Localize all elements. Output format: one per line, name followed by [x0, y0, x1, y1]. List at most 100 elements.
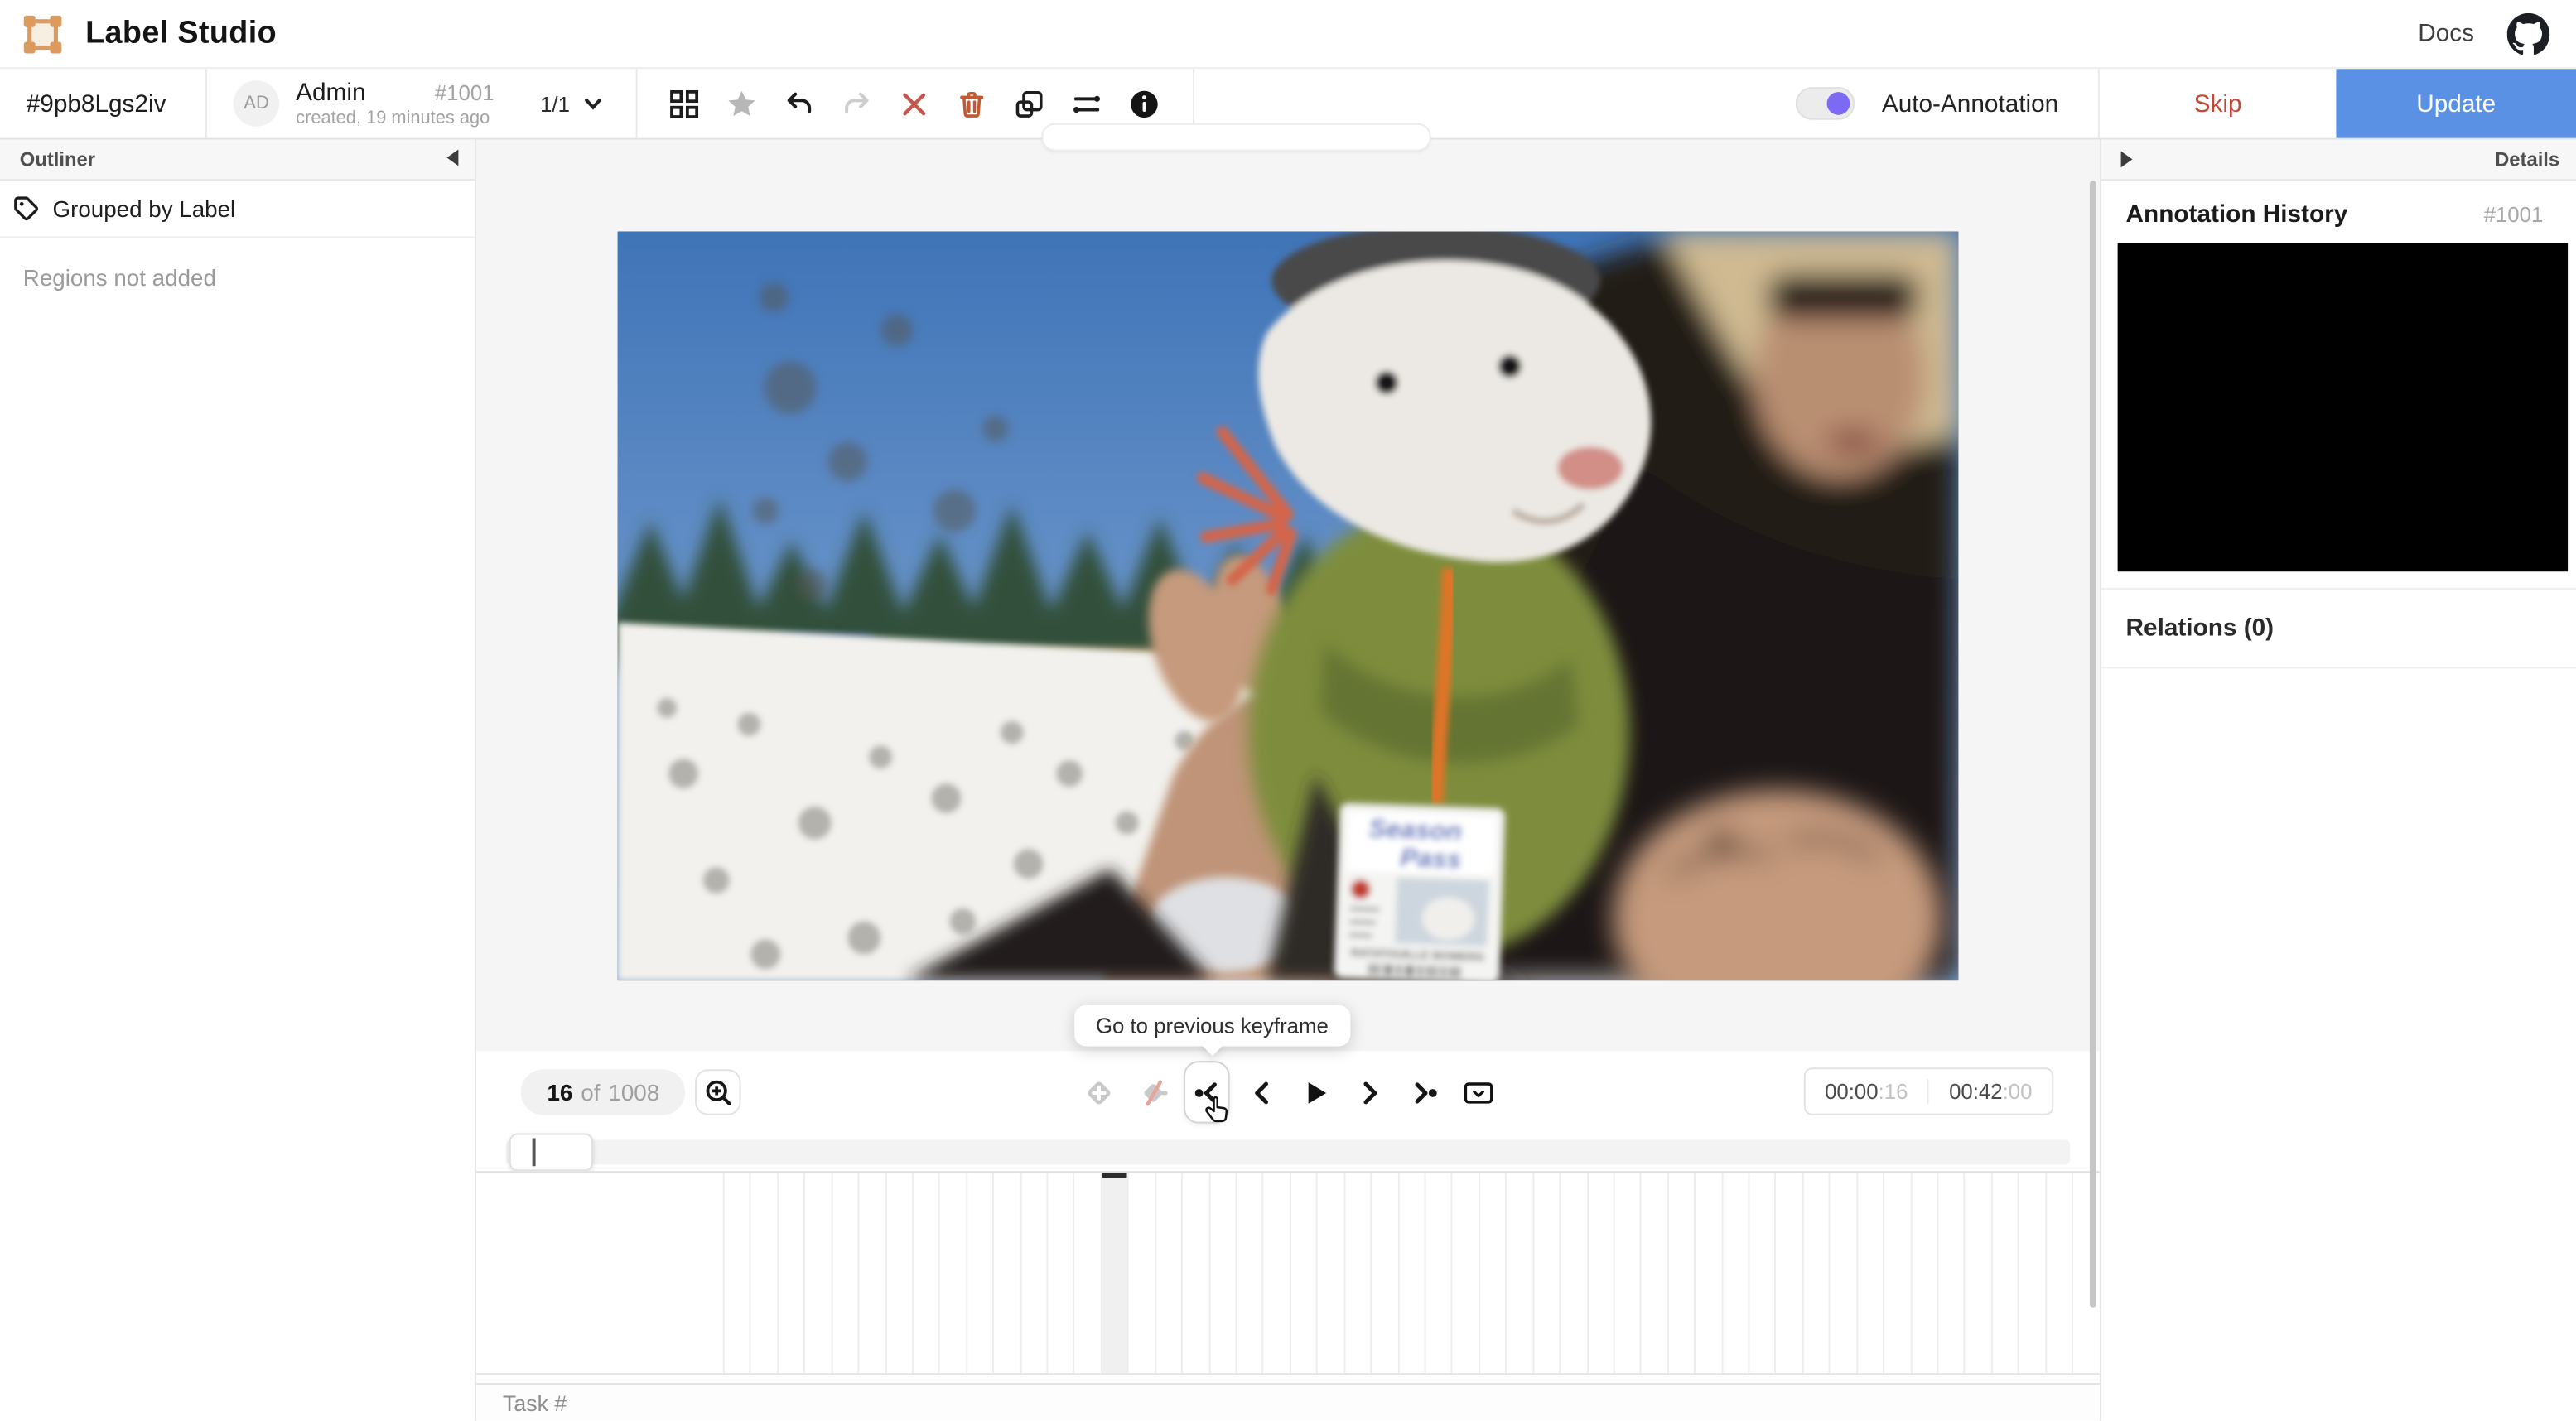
task-id-section: #9pb8Lgs2iv [0, 69, 208, 138]
timeline-frame-cell[interactable] [1046, 1173, 1074, 1374]
frame-counter[interactable]: 16 of 1008 [520, 1069, 686, 1115]
video-frame-art: Season Pass RATATOUILLE BOWERS [617, 231, 1959, 981]
add-keyframe-button[interactable] [1075, 1061, 1122, 1123]
annotation-author: Admin [296, 78, 366, 107]
timeline-frame-cell[interactable] [1883, 1173, 1910, 1374]
timeline-frame-cell[interactable] [911, 1173, 939, 1374]
frames-timeline[interactable] [476, 1171, 2100, 1375]
timeline-frame-cell[interactable] [1909, 1173, 1937, 1374]
video-frame[interactable]: Season Pass RATATOUILLE BOWERS [617, 231, 1959, 981]
timeline-frame-cell[interactable] [1532, 1173, 1560, 1374]
app-header: Label Studio Docs [0, 0, 2576, 70]
timeline-frame-cell[interactable] [1990, 1173, 2019, 1374]
grid-view-button[interactable] [667, 85, 703, 122]
timeline-frame-cell[interactable] [1963, 1173, 1991, 1374]
timeline-frame-cell[interactable] [1127, 1173, 1155, 1374]
timeline-frame-cell[interactable] [1154, 1173, 1182, 1374]
prev-keyframe-button[interactable] [1184, 1061, 1230, 1124]
timeline-frame-cell[interactable] [1208, 1173, 1236, 1374]
auto-annotation-toggle[interactable] [1796, 87, 1856, 120]
timeline-frame-cell[interactable] [1829, 1173, 1856, 1374]
timeline-frame-cell[interactable] [1316, 1173, 1343, 1374]
timeline-zoom-button[interactable] [694, 1069, 741, 1115]
timeline-frame-cell[interactable] [750, 1173, 777, 1374]
timeline-frame-cell[interactable] [1019, 1173, 1047, 1374]
annotation-selector[interactable]: AD Admin #1001 created, 19 minutes ago 1… [207, 69, 638, 138]
task-footer: Task # [476, 1383, 2100, 1421]
timeline-frame-cell[interactable] [1694, 1173, 1721, 1374]
timeline-frame-cell[interactable] [1640, 1173, 1667, 1374]
timeline-frame-cell[interactable] [2018, 1173, 2045, 1374]
timeline-frame-cell[interactable] [1720, 1173, 1749, 1374]
next-frame-button[interactable] [1346, 1061, 1392, 1123]
timeline-frame-cell[interactable] [722, 1173, 750, 1374]
timeline-frame-cell[interactable] [1451, 1173, 1479, 1374]
remove-keyframe-button[interactable] [1130, 1061, 1176, 1123]
annotation-history-thumbnail[interactable] [2117, 243, 2569, 572]
timeline-frame-cell[interactable] [1748, 1173, 1775, 1374]
timeline-frame-cell[interactable] [1073, 1173, 1101, 1374]
minimap-track[interactable] [505, 1139, 2071, 1165]
current-time[interactable]: 00:00:16 [1805, 1079, 1927, 1104]
ground-truth-star-button[interactable] [724, 85, 760, 122]
timeline-frame-cell[interactable] [1235, 1173, 1263, 1374]
play-button[interactable] [1292, 1061, 1339, 1123]
annotation-pager[interactable]: 1/1 [540, 91, 612, 116]
timeline-frame-cell[interactable] [1262, 1173, 1290, 1374]
playhead[interactable] [532, 1138, 536, 1167]
timeline-minimap [476, 1133, 2100, 1172]
timeline-frame-cell[interactable] [1343, 1173, 1371, 1374]
undo-button[interactable] [782, 85, 818, 122]
timeline-frame-cell[interactable] [1559, 1173, 1586, 1374]
timeline-frame-cell[interactable] [776, 1173, 804, 1374]
update-button[interactable]: Update [2336, 69, 2576, 138]
timeline-frame-cell[interactable] [1667, 1173, 1695, 1374]
timeline-frame-cell[interactable] [1370, 1173, 1397, 1374]
timeline-current-frame[interactable] [1100, 1173, 1128, 1374]
collapse-details-icon[interactable] [2120, 151, 2133, 168]
timeline-frame-cell[interactable] [1478, 1173, 1506, 1374]
delete-annotation-button[interactable] [954, 85, 991, 122]
timeline-frame-cell[interactable] [1937, 1173, 1964, 1374]
reset-annotation-button[interactable] [897, 85, 933, 122]
timeline-frame-cell[interactable] [1802, 1173, 1830, 1374]
timeline-frame-cell[interactable] [1613, 1173, 1641, 1374]
timeline-frame-cell[interactable] [885, 1173, 912, 1374]
hand-cursor-icon [1205, 1096, 1228, 1123]
timeline-frame-cell[interactable] [1855, 1173, 1884, 1374]
video-stage: Season Pass RATATOUILLE BOWERS Go to pre… [476, 123, 2100, 1057]
skip-button[interactable]: Skip [2097, 69, 2337, 138]
timeline-frame-cell[interactable] [1397, 1173, 1425, 1374]
interpolation-toggle-button[interactable] [1454, 1061, 1501, 1123]
timeline-frame-cell[interactable] [992, 1173, 1020, 1374]
info-button[interactable] [1126, 85, 1163, 122]
timeline-frame-cell[interactable] [1181, 1173, 1208, 1374]
github-icon[interactable] [2506, 12, 2550, 55]
prev-frame-button[interactable] [1238, 1061, 1285, 1123]
timeline-frame-cell[interactable] [830, 1173, 858, 1374]
timeline-frame-cell[interactable] [1505, 1173, 1532, 1374]
timeline-frame-cell[interactable] [1424, 1173, 1452, 1374]
timeline-frame-cell[interactable] [857, 1173, 885, 1374]
group-by-label-selector[interactable]: Grouped by Label [0, 181, 475, 238]
timeline-frame-cell[interactable] [1774, 1173, 1802, 1374]
next-keyframe-button[interactable] [1401, 1061, 1447, 1123]
relations-header[interactable]: Relations (0) [2101, 590, 2576, 669]
timeline-frame-cell[interactable] [2044, 1173, 2074, 1374]
tag-icon [14, 196, 39, 221]
settings-sliders-button[interactable] [1069, 85, 1106, 122]
collapse-outliner-icon[interactable] [446, 149, 459, 166]
svg-text:Season: Season [1368, 813, 1463, 846]
copy-annotation-button[interactable] [1011, 85, 1048, 122]
timeline-frame-cell[interactable] [803, 1173, 831, 1374]
vertical-scrollbar[interactable] [2089, 181, 2096, 1308]
timeline-frame-cell[interactable] [1585, 1173, 1614, 1374]
minimap-viewport[interactable] [509, 1133, 594, 1172]
timeline-frame-cell[interactable] [1289, 1173, 1317, 1374]
docs-link[interactable]: Docs [2418, 20, 2474, 48]
redo-button[interactable] [839, 85, 876, 122]
timeline-frame-cell[interactable] [938, 1173, 966, 1374]
auto-annotation-section: Auto-Annotation [1757, 69, 2098, 137]
timeline-frame-cell[interactable] [965, 1173, 993, 1374]
chevron-down-icon [584, 99, 601, 110]
